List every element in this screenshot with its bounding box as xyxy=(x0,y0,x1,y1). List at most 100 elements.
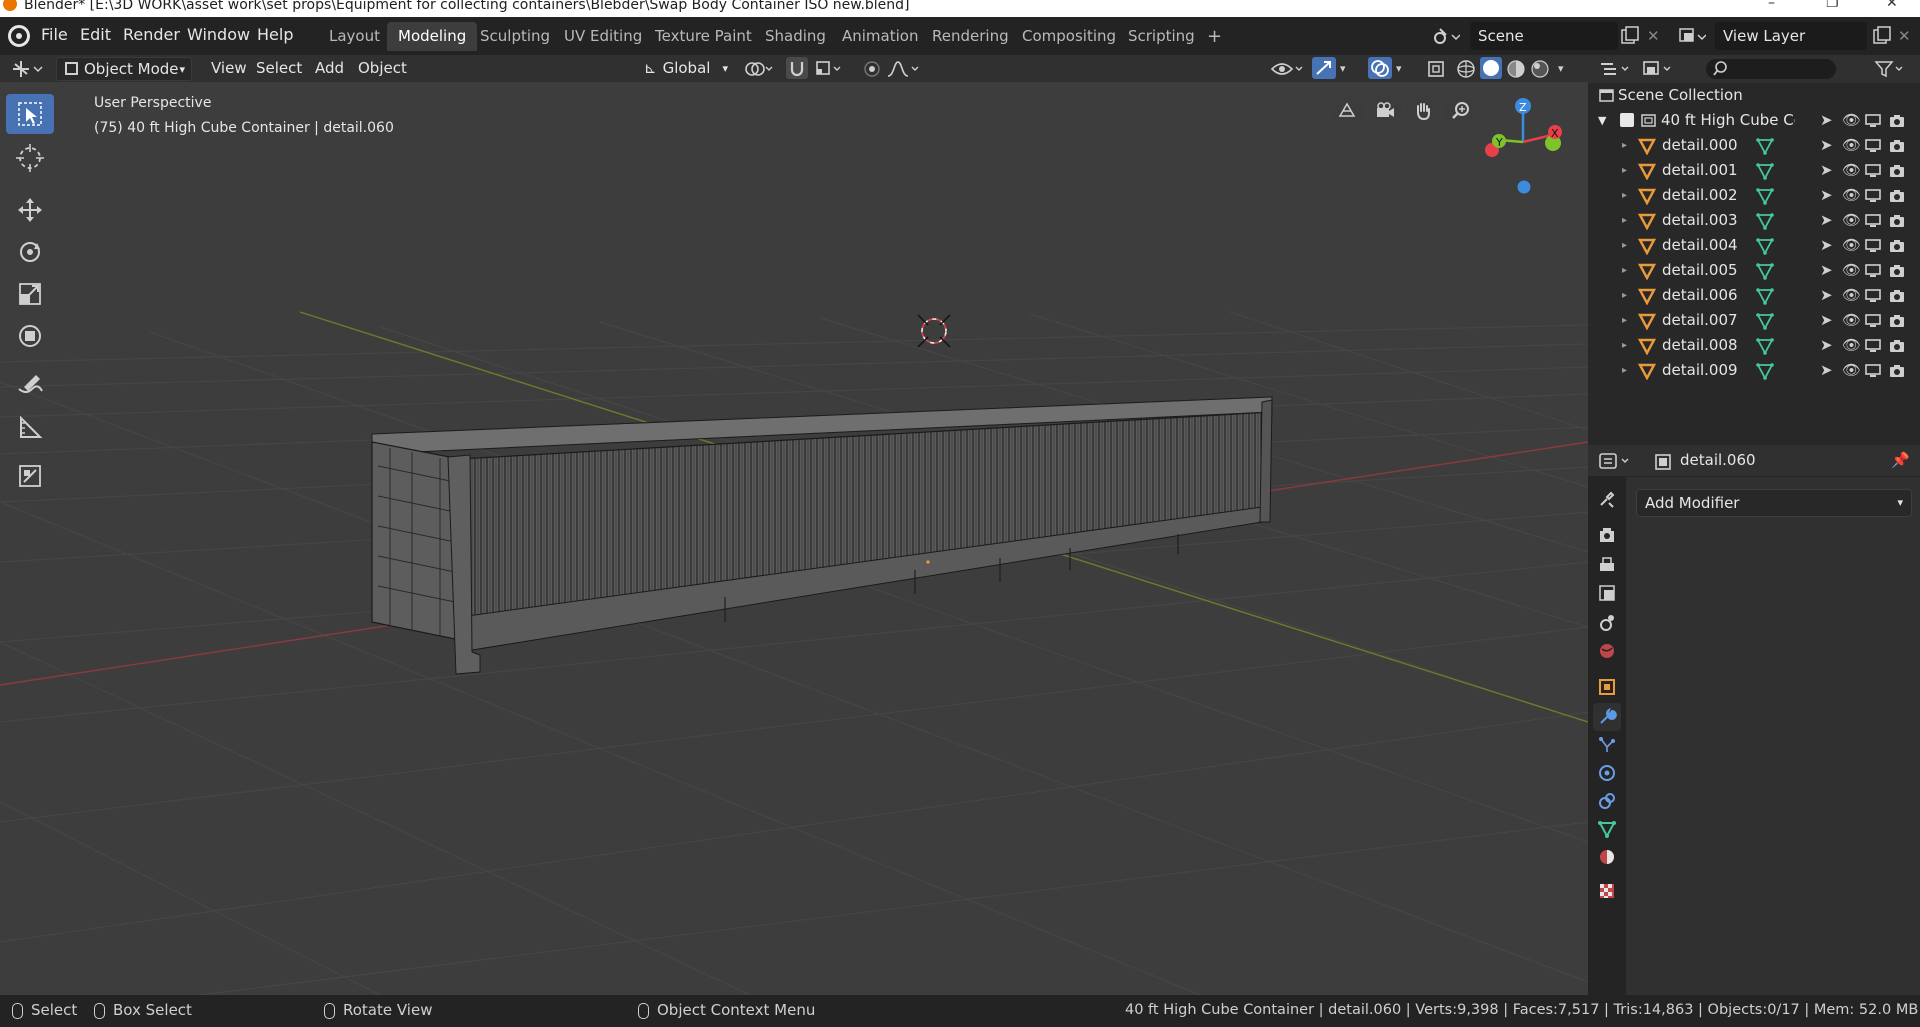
camera-render-icon[interactable] xyxy=(1888,162,1906,180)
monitor-icon[interactable] xyxy=(1864,187,1882,205)
new-scene-icon[interactable] xyxy=(1620,26,1640,51)
camera-view-button[interactable] xyxy=(1368,94,1402,128)
chevron-down-icon[interactable]: ▾ xyxy=(1340,59,1346,79)
mode-selector[interactable]: Object Mode ▾ xyxy=(56,57,192,81)
monitor-icon[interactable] xyxy=(1864,362,1882,380)
falloff-icon[interactable] xyxy=(886,59,922,84)
tab-scene[interactable] xyxy=(1593,609,1621,637)
selectable-icon[interactable]: ➤ xyxy=(1820,233,1833,258)
checkbox-icon[interactable] xyxy=(1620,113,1634,127)
delete-scene-icon[interactable]: ✕ xyxy=(1647,26,1660,46)
selectable-icon[interactable]: ➤ xyxy=(1820,208,1833,233)
view-layer-icon[interactable] xyxy=(1678,26,1707,51)
outliner-search-input[interactable] xyxy=(1706,59,1836,79)
selectable-icon[interactable]: ➤ xyxy=(1820,283,1833,308)
expand-arrow-icon[interactable]: ▸ xyxy=(1622,158,1627,183)
selectable-icon[interactable]: ➤ xyxy=(1820,358,1833,383)
monitor-icon[interactable] xyxy=(1864,162,1882,180)
rotate-tool[interactable] xyxy=(6,232,54,272)
camera-render-icon[interactable] xyxy=(1888,112,1906,130)
tab-output[interactable] xyxy=(1593,551,1621,579)
camera-render-icon[interactable] xyxy=(1888,137,1906,155)
new-view-layer-icon[interactable] xyxy=(1872,26,1892,51)
tab-rendering[interactable]: Rendering xyxy=(921,22,1020,51)
camera-render-icon[interactable] xyxy=(1888,312,1906,330)
selectable-icon[interactable]: ➤ xyxy=(1820,158,1833,183)
tab-modeling[interactable]: Modeling xyxy=(387,22,478,51)
rendered-shading-icon[interactable] xyxy=(1530,59,1552,84)
mesh-data-icon[interactable] xyxy=(1756,162,1774,180)
monitor-icon[interactable] xyxy=(1864,212,1882,230)
mesh-data-icon[interactable] xyxy=(1756,262,1774,280)
delete-view-layer-icon[interactable]: ✕ xyxy=(1898,26,1911,46)
menu-select[interactable]: Select xyxy=(248,57,310,81)
overlays-toggle-icon[interactable] xyxy=(1368,57,1392,79)
monitor-icon[interactable] xyxy=(1864,137,1882,155)
add-modifier-dropdown[interactable]: Add Modifier ▾ xyxy=(1636,489,1912,517)
tab-scripting[interactable]: Scripting xyxy=(1117,22,1206,51)
3d-viewport[interactable]: User Perspective (75) 40 ft High Cube Co… xyxy=(0,82,1588,995)
tab-animation[interactable]: Animation xyxy=(831,22,929,51)
expand-arrow-icon[interactable]: ▼ xyxy=(1598,108,1606,133)
zoom-view-button[interactable] xyxy=(1444,94,1478,128)
toggle-ortho-button[interactable] xyxy=(1330,94,1364,128)
outliner-collection-row[interactable]: ▼ 40 ft High Cube Contai ➤ 👁 xyxy=(1588,108,1920,133)
camera-render-icon[interactable] xyxy=(1888,262,1906,280)
monitor-icon[interactable] xyxy=(1864,312,1882,330)
material-shading-icon[interactable] xyxy=(1506,59,1528,84)
tab-object[interactable] xyxy=(1593,673,1621,701)
minimize-button[interactable]: – xyxy=(1768,0,1775,10)
menu-edit[interactable]: Edit xyxy=(80,17,111,55)
outliner-item[interactable]: ▸ detail.001 ➤ 👁 xyxy=(1588,158,1920,183)
eye-icon[interactable]: 👁 xyxy=(1842,158,1861,183)
tab-texture-paint[interactable]: Texture Paint xyxy=(644,22,763,51)
menu-render[interactable]: Render xyxy=(123,17,180,55)
properties-editor-icon[interactable] xyxy=(1598,451,1634,476)
outliner-item[interactable]: ▸ detail.006 ➤ 👁 xyxy=(1588,283,1920,308)
filter-icon[interactable] xyxy=(1874,59,1908,84)
expand-arrow-icon[interactable]: ▸ xyxy=(1622,358,1627,383)
add-cube-tool[interactable] xyxy=(6,456,54,496)
outliner-item[interactable]: ▸ detail.002 ➤ 👁 xyxy=(1588,183,1920,208)
eye-icon[interactable]: 👁 xyxy=(1842,333,1861,358)
expand-arrow-icon[interactable]: ▸ xyxy=(1622,308,1627,333)
select-box-tool[interactable] xyxy=(6,94,54,134)
pin-icon[interactable]: 📌 xyxy=(1891,451,1910,469)
menu-add[interactable]: Add xyxy=(307,57,352,81)
menu-file[interactable]: File xyxy=(41,17,68,55)
proportional-editing-icon[interactable] xyxy=(862,59,882,84)
tab-material[interactable] xyxy=(1593,843,1621,871)
view-layer-selector[interactable]: View Layer xyxy=(1715,22,1867,50)
camera-render-icon[interactable] xyxy=(1888,337,1906,355)
camera-render-icon[interactable] xyxy=(1888,237,1906,255)
selectable-icon[interactable]: ➤ xyxy=(1820,133,1833,158)
tab-render[interactable] xyxy=(1593,521,1621,549)
camera-render-icon[interactable] xyxy=(1888,212,1906,230)
expand-arrow-icon[interactable]: ▸ xyxy=(1622,208,1627,233)
gizmo-toggle-icon[interactable] xyxy=(1312,57,1336,79)
tab-view-layer[interactable] xyxy=(1593,579,1621,607)
tab-shading[interactable]: Shading xyxy=(754,22,837,51)
cursor-tool[interactable] xyxy=(6,138,54,178)
camera-render-icon[interactable] xyxy=(1888,187,1906,205)
outliner-item[interactable]: ▸ detail.003 ➤ 👁 xyxy=(1588,208,1920,233)
measure-tool[interactable] xyxy=(6,408,54,448)
scale-tool[interactable] xyxy=(6,274,54,314)
camera-render-icon[interactable] xyxy=(1888,362,1906,380)
outliner-editor-icon[interactable] xyxy=(1598,59,1634,84)
outliner-item[interactable]: ▸ detail.008 ➤ 👁 xyxy=(1588,333,1920,358)
pan-view-button[interactable] xyxy=(1406,94,1440,128)
mesh-data-icon[interactable] xyxy=(1756,312,1774,330)
chevron-down-icon[interactable]: ▾ xyxy=(1396,59,1402,79)
blender-menu-icon[interactable] xyxy=(8,25,30,47)
camera-render-icon[interactable] xyxy=(1888,287,1906,305)
tab-texture[interactable] xyxy=(1593,877,1621,905)
selectable-icon[interactable]: ➤ xyxy=(1820,308,1833,333)
eye-icon[interactable]: 👁 xyxy=(1842,133,1861,158)
snap-target-icon[interactable] xyxy=(814,59,844,84)
mesh-data-icon[interactable] xyxy=(1756,287,1774,305)
expand-arrow-icon[interactable]: ▸ xyxy=(1622,133,1627,158)
monitor-icon[interactable] xyxy=(1864,237,1882,255)
wireframe-shading-icon[interactable] xyxy=(1456,59,1478,84)
selectable-icon[interactable]: ➤ xyxy=(1820,258,1833,283)
